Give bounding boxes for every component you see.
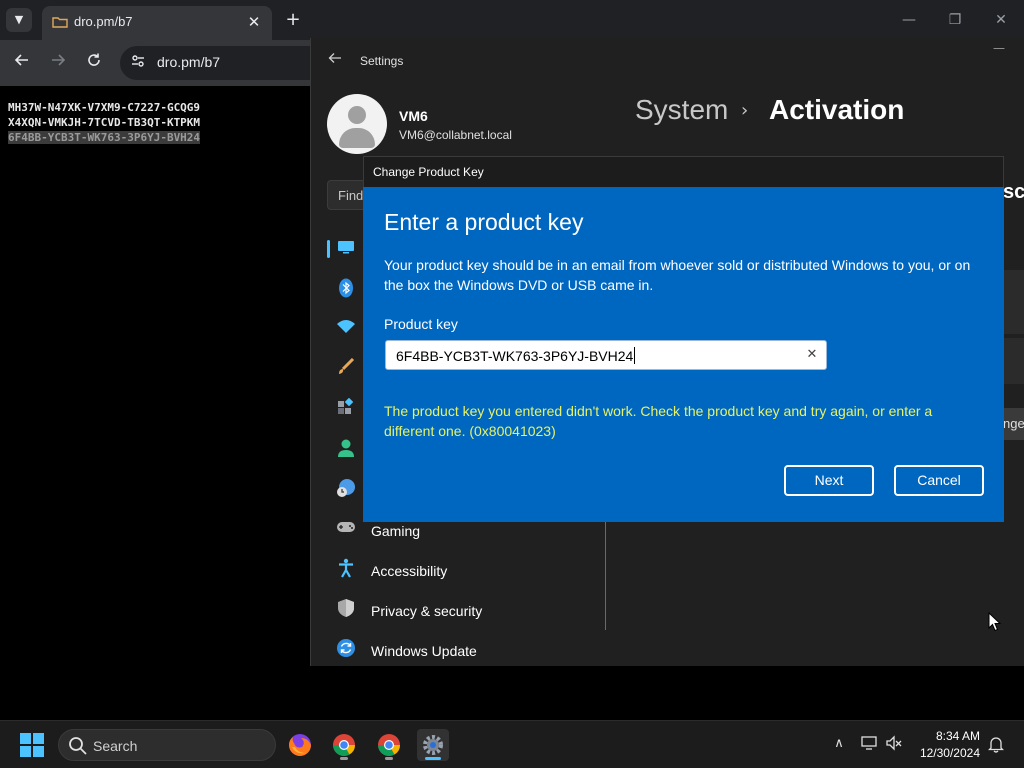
chrome-icon[interactable] (328, 729, 360, 761)
wifi-icon[interactable] (335, 318, 357, 340)
cancel-button[interactable]: Cancel (894, 465, 984, 496)
firefox-icon[interactable] (284, 729, 316, 761)
user-name: VM6 (399, 108, 428, 124)
tab-strip: ▼ dro.pm/b7 ✕ + — ❐ ✕ (0, 0, 1024, 40)
product-key-label: Product key (384, 316, 458, 332)
gamepad-icon[interactable] (335, 518, 357, 540)
update-icon[interactable] (335, 638, 357, 660)
next-button[interactable]: Next (784, 465, 874, 496)
dialog-title: Change Product Key (373, 165, 484, 179)
site-settings-icon[interactable] (128, 53, 148, 73)
chevron-up-icon[interactable]: ∧ (830, 735, 848, 753)
folder-icon (52, 14, 68, 30)
clock-date[interactable]: 12/30/2024 (900, 746, 980, 760)
new-tab-plus-icon[interactable]: + (282, 9, 304, 31)
breadcrumb-chevron-icon: › (741, 100, 749, 121)
error-message: The product key you entered didn't work.… (384, 403, 933, 439)
dialog-titlebar: Change Product Key (363, 156, 1004, 187)
taskbar-search[interactable]: Search (58, 729, 276, 761)
page-title: Activation (769, 94, 905, 125)
search-icon (68, 736, 88, 756)
minimize-icon[interactable]: — (987, 40, 1011, 56)
settings-card[interactable] (1003, 338, 1024, 384)
bluetooth-icon[interactable] (335, 278, 357, 300)
restore-icon[interactable]: ❐ (940, 8, 970, 32)
bell-icon[interactable] (986, 735, 1006, 755)
apps-icon[interactable] (335, 397, 357, 420)
product-key-value: 6F4BB-YCB3T-WK763-3P6YJ-BVH24 (396, 348, 634, 364)
browser-tab[interactable]: dro.pm/b7 ✕ (42, 6, 272, 40)
desktop: ▼ dro.pm/b7 ✕ + — ❐ ✕ dro.pm/b7 MH37W-N4… (0, 0, 1024, 768)
settings-icon[interactable] (417, 729, 449, 761)
dialog-description: Your product key should be in an email f… (384, 257, 971, 293)
nav-label-privacy-security[interactable]: Privacy & security (371, 603, 482, 619)
text-caret (634, 347, 636, 364)
settings-card[interactable] (1003, 270, 1024, 334)
tab-title: dro.pm/b7 (74, 14, 133, 29)
nav-label-gaming[interactable]: Gaming (371, 523, 420, 539)
mouse-pointer-icon (988, 611, 1002, 632)
shield-icon[interactable] (335, 598, 357, 620)
back-arrow-icon[interactable] (10, 51, 34, 75)
monitor-icon[interactable] (335, 238, 357, 260)
change-button-label-fragment: nge (1003, 416, 1024, 431)
find-placeholder: Find (338, 188, 364, 203)
dialog-heading: Enter a product key (384, 209, 584, 235)
brush-icon[interactable] (335, 357, 357, 380)
forward-arrow-icon[interactable] (46, 51, 70, 75)
back-arrow-icon[interactable] (325, 51, 345, 71)
nav-label-windows-update[interactable]: Windows Update (371, 643, 477, 659)
close-window-icon[interactable]: ✕ (986, 8, 1016, 32)
selected-nav-indicator (327, 240, 330, 258)
windows-start-icon[interactable] (20, 733, 44, 757)
avatar[interactable] (327, 94, 387, 154)
page-content: MH37W-N47XK-V7XM9-C7227-GCQG9 X4XQN-VMKJ… (0, 86, 310, 720)
taskbar: Search ∧ 8:34 AM 12/30/2024 (0, 720, 1024, 768)
minimize-icon[interactable]: — (894, 8, 924, 32)
settings-title: Settings (360, 54, 404, 68)
clock-time[interactable]: 8:34 AM (900, 729, 980, 743)
network-icon[interactable] (860, 735, 880, 755)
product-key-input[interactable]: 6F4BB-YCB3T-WK763-3P6YJ-BVH24 ✕ (385, 340, 827, 370)
section-heading-fragment: sc (1003, 181, 1024, 203)
change-product-key-dialog: Enter a product key Your product key sho… (363, 187, 1004, 522)
close-tab-icon[interactable]: ✕ (244, 12, 264, 32)
key-line: X4XQN-VMKJH-7TCVD-TB3QT-KTPKM (8, 116, 201, 129)
chrome-icon[interactable] (373, 729, 405, 761)
pane-divider (605, 508, 606, 630)
search-label: Search (93, 738, 138, 754)
person-icon[interactable] (335, 438, 357, 460)
accessibility-icon[interactable] (335, 558, 357, 580)
key-line-selected: 6F4BB-YCB3T-WK763-3P6YJ-BVH24 (8, 131, 201, 144)
tab-search-chevron-icon[interactable]: ▼ (6, 8, 32, 32)
user-email: VM6@collabnet.local (399, 128, 512, 142)
address-text: dro.pm/b7 (157, 54, 221, 70)
clear-icon[interactable]: ✕ (804, 347, 820, 363)
nav-label-accessibility[interactable]: Accessibility (371, 563, 447, 579)
globe-clock-icon[interactable] (335, 478, 357, 500)
breadcrumb-system[interactable]: System (635, 94, 728, 126)
reload-icon[interactable] (82, 51, 106, 75)
key-line: MH37W-N47XK-V7XM9-C7227-GCQG9 (8, 101, 201, 114)
